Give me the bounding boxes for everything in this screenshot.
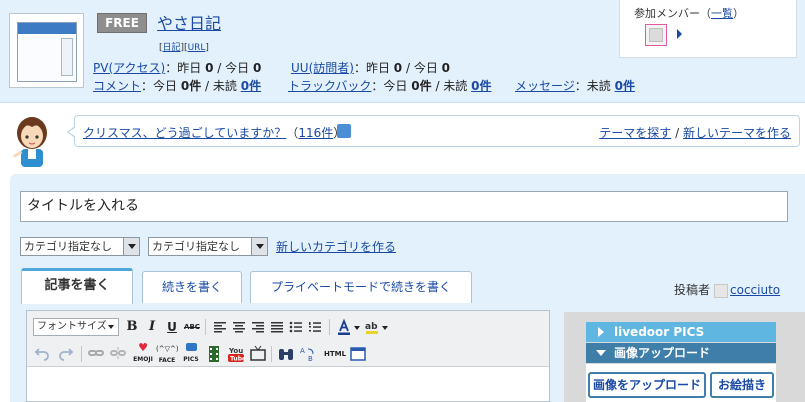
theme-question-link[interactable]: クリスマス、どう過ごしていますか？ — [83, 126, 286, 140]
svg-text:B: B — [308, 355, 313, 363]
theme-count-link[interactable]: 116件 — [298, 126, 333, 140]
align-right-icon[interactable] — [249, 318, 267, 336]
cube-icon[interactable] — [337, 124, 351, 138]
message-unread-link[interactable]: 0件 — [615, 79, 635, 93]
numbered-list-icon[interactable] — [306, 318, 324, 336]
member-avatar[interactable] — [645, 24, 667, 46]
poster-avatar-icon — [714, 283, 729, 298]
undo-icon[interactable] — [33, 344, 51, 362]
highlight-color-icon[interactable]: ab — [363, 318, 381, 336]
rich-text-editor[interactable]: フォントサイズ B I U ABC ab ♥ EMOJI (^▽^) FACE PI… — [26, 310, 550, 402]
binoculars-icon[interactable] — [277, 345, 295, 363]
diary-link[interactable]: 日記 — [163, 43, 181, 53]
pv-stat: PV(アクセス)：昨日 0 / 今日 0 — [93, 61, 262, 75]
poster-info: 投稿者 cocciuto — [674, 283, 781, 298]
tv-icon[interactable] — [249, 345, 267, 363]
tab-write-article[interactable]: 記事を書く — [21, 268, 133, 304]
bold-button[interactable]: B — [123, 318, 141, 336]
trackback-stat: トラックバック：今日 0件 / 未読 0件 — [288, 79, 492, 93]
align-left-icon[interactable] — [211, 318, 229, 336]
editor-toolbar: フォントサイズ B I U ABC ab ♥ EMOJI (^▽^) FACE PI… — [27, 311, 549, 367]
draw-picture-button[interactable]: お絵描き — [710, 372, 774, 398]
align-center-icon[interactable] — [230, 318, 248, 336]
link-icon[interactable] — [87, 344, 105, 362]
video-film-icon[interactable] — [205, 345, 223, 363]
redo-icon[interactable] — [57, 344, 75, 362]
replace-icon[interactable]: AB — [299, 345, 317, 363]
upload-image-button[interactable]: 画像をアップロード — [588, 372, 706, 398]
camera-icon — [185, 343, 197, 351]
livedoor-pics-header[interactable]: livedoor PICS — [586, 322, 776, 342]
tab-write-continue[interactable]: 続きを書く — [142, 271, 242, 303]
face-button[interactable]: (^▽^) FACE — [156, 343, 179, 365]
category-select-2[interactable]: カテゴリ指定なし — [148, 237, 268, 256]
chevron-down-icon — [123, 238, 139, 255]
title-input[interactable]: タイトルを入れる — [20, 191, 788, 222]
blog-thumbnail[interactable] — [9, 13, 84, 88]
heart-icon: ♥ — [138, 341, 148, 354]
find-theme-link[interactable]: テーマを探す — [599, 126, 671, 140]
trackback-link[interactable]: トラックバック — [288, 79, 371, 93]
members-list-link[interactable]: 一覧 — [711, 7, 733, 20]
unlink-icon[interactable] — [109, 344, 127, 362]
new-theme-link[interactable]: 新しいテーマを作る — [683, 126, 791, 140]
bullet-list-icon[interactable] — [287, 318, 305, 336]
message-link[interactable]: メッセージ — [515, 79, 575, 93]
comment-unread-link[interactable]: 0件 — [241, 79, 261, 93]
text-color-icon[interactable] — [335, 318, 353, 336]
preview-window-icon[interactable] — [349, 345, 367, 363]
chevron-down-icon[interactable] — [382, 326, 388, 330]
italic-button[interactable]: I — [143, 318, 161, 336]
comment-stat: コメント：今日 0件 / 未読 0件 — [93, 79, 262, 93]
underline-button[interactable]: U — [163, 318, 181, 336]
align-justify-icon[interactable] — [268, 318, 286, 336]
free-badge: FREE — [97, 13, 147, 33]
message-stat: メッセージ：未読 0件 — [515, 79, 635, 93]
font-size-select[interactable]: フォントサイズ — [33, 318, 119, 336]
new-category-link[interactable]: 新しいカテゴリを作る — [276, 238, 396, 255]
svg-text:Tube: Tube — [230, 356, 245, 363]
members-label: 参加メンバー（一覧） — [634, 7, 744, 20]
blog-name-link[interactable]: やさ日記 — [157, 10, 221, 34]
blog-sub-links: [日記][URL] — [159, 43, 209, 53]
strikethrough-button[interactable]: ABC — [183, 318, 201, 336]
image-upload-header[interactable]: 画像アップロード — [586, 343, 776, 363]
svg-text:A: A — [300, 347, 305, 355]
pics-button[interactable]: PICS — [180, 343, 202, 365]
comment-link[interactable]: コメント — [93, 79, 141, 93]
avatar-face-icon — [649, 28, 663, 42]
chevron-down-icon[interactable] — [354, 326, 360, 330]
theme-links: テーマを探す / 新しいテーマを作る — [599, 126, 791, 140]
category-select-1[interactable]: カテゴリ指定なし — [20, 237, 140, 256]
youtube-icon[interactable]: YouTube — [227, 345, 245, 363]
members-next-icon[interactable] — [677, 29, 682, 39]
tab-private-continue[interactable]: プライベートモードで続きを書く — [250, 271, 472, 303]
chevron-down-icon — [251, 238, 267, 255]
theme-bubble: クリスマス、どう過ごしていますか？（116件） テーマを探す / 新しいテーマを… — [67, 115, 800, 147]
members-box: 参加メンバー（一覧） — [619, 0, 797, 58]
html-button[interactable]: HTML — [323, 345, 347, 363]
emoji-button[interactable]: ♥ EMOJI — [132, 341, 154, 365]
theme-question: クリスマス、どう過ごしていますか？（116件） — [83, 126, 345, 140]
trackback-unread-link[interactable]: 0件 — [471, 79, 491, 93]
poster-name-link[interactable]: cocciuto — [730, 283, 780, 297]
svg-text:ab: ab — [365, 322, 378, 332]
svg-text:You: You — [228, 347, 243, 355]
uu-stat: UU(訪問者)：昨日 0 / 今日 0 — [291, 61, 451, 75]
mascot-character-icon — [13, 117, 47, 167]
blog-header: FREE やさ日記 [日記][URL] PV(アクセス)：昨日 0 / 今日 0… — [0, 0, 805, 103]
window-icon — [17, 22, 77, 82]
uu-link[interactable]: UU(訪問者) — [291, 61, 354, 75]
pv-link[interactable]: PV(アクセス) — [93, 61, 165, 75]
url-link[interactable]: URL — [188, 43, 206, 53]
